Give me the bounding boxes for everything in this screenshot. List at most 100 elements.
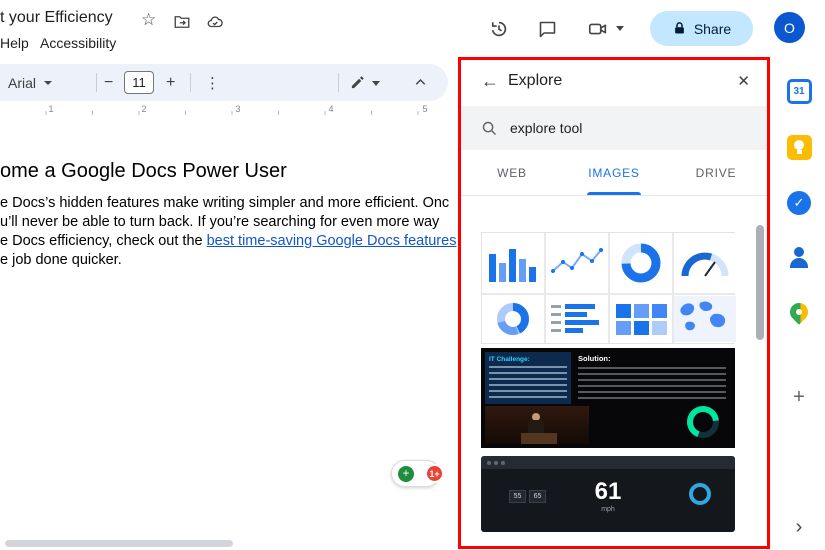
gauge-chart-thumbnail-icon [674, 233, 736, 293]
explore-panel-header: ← Explore ✕ [461, 60, 767, 106]
bar-chart-thumbnail-icon [482, 233, 544, 293]
slide-solution-heading: Solution: [578, 354, 611, 363]
window-dot [494, 461, 498, 465]
table-bars-thumbnail-icon [546, 295, 608, 343]
calendar-day-number: 31 [790, 82, 809, 101]
bulb-icon [794, 140, 804, 150]
lock-icon [672, 21, 687, 36]
doc-paragraph-line[interactable]: u’ll never be able to turn back. If you’… [0, 213, 439, 232]
toolbar-divider [96, 73, 97, 92]
contacts-icon[interactable] [785, 244, 813, 272]
reaction-count-badge: 1+ [425, 464, 444, 483]
share-button-label: Share [694, 21, 731, 37]
person-body [790, 258, 808, 268]
slide-challenge-heading: IT Challenge: [489, 356, 567, 363]
menu-help[interactable]: Help [0, 35, 29, 51]
side-app-rail: 31 ✓ + › [773, 57, 825, 550]
tab-drive[interactable]: DRIVE [665, 150, 767, 195]
calendar-icon[interactable]: 31 [785, 77, 813, 105]
presenter-body [528, 420, 544, 434]
cloud-saved-icon[interactable] [204, 13, 226, 36]
doc-paragraph-line[interactable]: e job done quicker. [0, 251, 122, 270]
horizontal-scrollbar-thumb[interactable] [5, 540, 233, 547]
maps-icon[interactable] [785, 298, 813, 326]
browser-bar [481, 456, 735, 469]
chevron-down-icon [44, 81, 52, 85]
explore-panel-title: Explore [508, 72, 562, 90]
doc-paragraph-line[interactable]: e Docs’s hidden features make writing si… [0, 194, 449, 213]
calendar-icon-frame: 31 [787, 79, 812, 104]
window-dot [501, 461, 505, 465]
ruler-mark: 5 [420, 104, 430, 114]
pie-chart-thumbnail-icon [482, 295, 544, 343]
speedometer-ring-icon [689, 483, 711, 505]
tasks-icon[interactable]: ✓ [785, 189, 813, 217]
panel-scrollbar-thumb[interactable] [756, 225, 764, 340]
kpi-grid-thumbnail-icon [610, 295, 672, 343]
explore-panel: ← Explore ✕ WEB IMAGES DRIVE [458, 57, 770, 549]
person-head [794, 247, 804, 257]
tab-images[interactable]: IMAGES [563, 150, 665, 195]
back-arrow-icon[interactable]: ← [481, 71, 499, 92]
font-size-input[interactable]: 11 [124, 71, 154, 94]
ruler[interactable]: 1 2 3 4 5 [0, 103, 455, 117]
donut-chart-thumbnail-icon [610, 233, 672, 293]
collapse-rail-chevron-icon[interactable]: › [785, 513, 813, 541]
explore-search-bar [461, 106, 767, 150]
doc-heading[interactable]: ome a Google Docs Power User [0, 160, 287, 183]
chevron-up-icon [412, 74, 429, 91]
map-pin [786, 299, 811, 324]
comments-button[interactable] [534, 16, 560, 42]
ruler-mark: 2 [139, 104, 149, 114]
share-button[interactable]: Share [650, 11, 753, 46]
toolbar-divider [190, 73, 191, 92]
editing-mode-dropdown-arrow-icon[interactable] [372, 81, 380, 86]
comment-bubble-icon [537, 19, 558, 40]
editing-mode-button[interactable] [350, 64, 365, 101]
ruler-mark: 1 [46, 104, 56, 114]
explore-tabs: WEB IMAGES DRIVE [461, 150, 767, 196]
bulb-base [797, 150, 802, 154]
more-options-button[interactable]: ⋮ [205, 64, 220, 101]
explore-results: IT Challenge: Solution: [461, 196, 767, 546]
keep-icon[interactable] [785, 133, 813, 161]
image-result-dashboard-collage[interactable] [481, 232, 735, 344]
emoji-reaction-pill[interactable]: + 1+ [391, 460, 440, 487]
doc-hyperlink[interactable]: best time-saving Google Docs features [207, 233, 457, 249]
font-family-select[interactable]: Arial [8, 64, 52, 101]
toolbar-divider [338, 73, 339, 92]
decrease-font-size-button[interactable]: − [104, 64, 113, 101]
add-addon-button[interactable]: + [785, 383, 813, 411]
close-icon[interactable]: ✕ [737, 72, 750, 90]
toolbar: Arial − 11 + ⋮ [0, 64, 448, 101]
ruler-mark: 4 [326, 104, 336, 114]
hide-menus-button[interactable] [412, 64, 429, 101]
increase-font-size-button[interactable]: + [166, 64, 175, 101]
slide-challenge-box: IT Challenge: [485, 352, 571, 404]
meet-button[interactable] [585, 16, 611, 42]
search-icon [481, 120, 498, 137]
star-icon[interactable]: ☆ [141, 10, 156, 30]
image-result-speed-dashboard[interactable]: 55 65 61 mph [481, 456, 735, 532]
speed-unit: mph [481, 506, 735, 513]
green-gauge-icon [683, 402, 723, 447]
tab-web[interactable]: WEB [461, 150, 563, 195]
slide-text-lines [489, 366, 567, 402]
move-folder-icon[interactable] [172, 13, 192, 36]
font-family-value: Arial [8, 75, 36, 91]
version-history-button[interactable] [486, 16, 512, 42]
account-avatar[interactable]: O [774, 12, 805, 43]
pen-icon [350, 75, 365, 90]
explore-search-input[interactable] [510, 120, 710, 136]
history-clock-icon [488, 18, 510, 40]
line-chart-thumbnail-icon [546, 233, 608, 293]
menu-accessibility[interactable]: Accessibility [40, 35, 116, 51]
doc-paragraph-line[interactable]: e Docs efficiency, check out the best ti… [0, 232, 456, 251]
ruler-ticks [0, 111, 455, 115]
podium [521, 433, 557, 444]
slide-text-lines [578, 367, 726, 399]
meet-dropdown-arrow-icon[interactable] [616, 26, 624, 31]
add-reaction-icon: + [398, 466, 414, 482]
document-title[interactable]: t your Efficiency [0, 9, 113, 27]
image-result-presentation-slide[interactable]: IT Challenge: Solution: [481, 348, 735, 448]
